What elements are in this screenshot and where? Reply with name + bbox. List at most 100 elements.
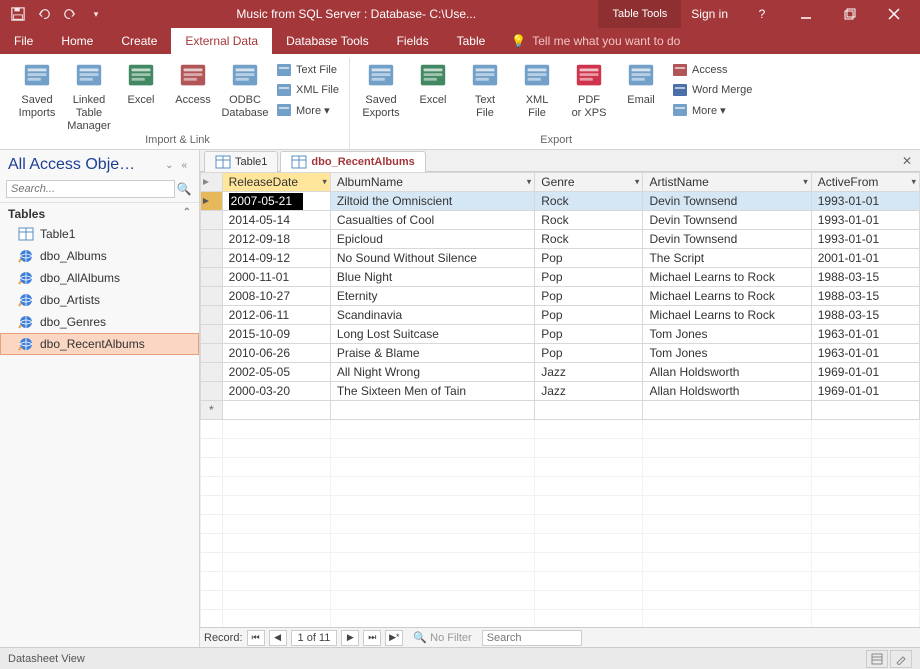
saved-exports-button[interactable]: SavedExports	[356, 58, 406, 120]
column-header-genre[interactable]: Genre▾	[535, 173, 643, 192]
cell[interactable]: 1988-03-15	[811, 268, 919, 287]
xml-exp-button[interactable]: XMLFile	[512, 58, 562, 120]
cell[interactable]: Michael Learns to Rock	[643, 306, 811, 325]
cell[interactable]: Tom Jones	[643, 344, 811, 363]
cell[interactable]: 1969-01-01	[811, 382, 919, 401]
row-selector[interactable]	[201, 192, 223, 211]
nav-item-dbo_albums[interactable]: dbo_Albums	[0, 245, 199, 267]
row-selector[interactable]	[201, 230, 223, 249]
cell[interactable]: 1969-01-01	[811, 363, 919, 382]
row-selector[interactable]	[201, 344, 223, 363]
cell[interactable]: Allan Holdsworth	[643, 363, 811, 382]
row-selector[interactable]	[201, 287, 223, 306]
tell-me-input[interactable]: 💡Tell me what you want to do	[499, 28, 680, 54]
nav-item-dbo_allalbums[interactable]: dbo_AllAlbums	[0, 267, 199, 289]
nav-title[interactable]: All Access Obje…	[8, 156, 161, 174]
cell[interactable]	[330, 401, 534, 420]
help-icon[interactable]: ?	[742, 0, 782, 28]
cell[interactable]: 1993-01-01	[811, 211, 919, 230]
xml-file-button[interactable]: XML File	[272, 80, 343, 100]
cell[interactable]: 2002-05-05	[222, 363, 330, 382]
cell[interactable]: Blue Night	[330, 268, 534, 287]
record-search-input[interactable]	[482, 630, 582, 646]
cell[interactable]: Allan Holdsworth	[643, 382, 811, 401]
datasheet[interactable]: ReleaseDate▾AlbumName▾Genre▾ArtistName▾A…	[200, 172, 920, 627]
column-dropdown-icon[interactable]: ▾	[635, 177, 640, 188]
text-exp-button[interactable]: TextFile	[460, 58, 510, 120]
record-next-button[interactable]: ▶	[341, 630, 359, 646]
record-new-button[interactable]: ▶*	[385, 630, 403, 646]
more-button[interactable]: More ▾	[668, 100, 756, 120]
cell[interactable]: Pop	[535, 344, 643, 363]
cell[interactable]: 2000-03-20	[222, 382, 330, 401]
column-dropdown-icon[interactable]: ▾	[911, 177, 916, 188]
tab-database-tools[interactable]: Database Tools	[272, 28, 383, 54]
linked-table-button[interactable]: Linked TableManager	[64, 58, 114, 133]
row-selector[interactable]	[201, 306, 223, 325]
datasheet-view-button[interactable]	[866, 650, 888, 668]
nav-group-collapse-icon[interactable]: ⌃	[183, 207, 191, 221]
close-tab-icon[interactable]: ✕	[894, 154, 920, 168]
tab-file[interactable]: File	[0, 28, 47, 54]
access-button[interactable]: Access	[168, 58, 218, 107]
odbc-button[interactable]: ODBCDatabase	[220, 58, 270, 120]
row-selector[interactable]	[201, 382, 223, 401]
select-all-header[interactable]	[201, 173, 223, 192]
pdf-button[interactable]: PDFor XPS	[564, 58, 614, 120]
nav-item-dbo_genres[interactable]: dbo_Genres	[0, 311, 199, 333]
cell[interactable]: Scandinavia	[330, 306, 534, 325]
cell[interactable]: 2010-06-26	[222, 344, 330, 363]
cell[interactable]: Rock	[535, 211, 643, 230]
excel-exp-button[interactable]: Excel	[408, 58, 458, 107]
tab-table[interactable]: Table	[443, 28, 500, 54]
cell[interactable]: All Night Wrong	[330, 363, 534, 382]
column-dropdown-icon[interactable]: ▾	[527, 177, 532, 188]
cell[interactable]	[535, 401, 643, 420]
tab-home[interactable]: Home	[47, 28, 107, 54]
cell[interactable]: 1988-03-15	[811, 287, 919, 306]
cell[interactable]: Michael Learns to Rock	[643, 287, 811, 306]
doc-tab-dbo_recentalbums[interactable]: dbo_RecentAlbums	[280, 151, 425, 172]
cell[interactable]: The Script	[643, 249, 811, 268]
cell[interactable]: 2015-10-09	[222, 325, 330, 344]
nav-dropdown-icon[interactable]: ⌄	[161, 160, 177, 171]
cell[interactable]	[643, 401, 811, 420]
doc-tab-table1[interactable]: Table1	[204, 151, 278, 172]
save-icon[interactable]	[6, 3, 30, 25]
cell[interactable]: Devin Townsend	[643, 230, 811, 249]
row-selector[interactable]	[201, 249, 223, 268]
cell[interactable]: 2001-01-01	[811, 249, 919, 268]
cell[interactable]	[811, 401, 919, 420]
cell[interactable]: Jazz	[535, 382, 643, 401]
cell[interactable]: 1988-03-15	[811, 306, 919, 325]
cell[interactable]: 1963-01-01	[811, 344, 919, 363]
row-selector[interactable]	[201, 363, 223, 382]
cell[interactable]: Pop	[535, 325, 643, 344]
record-last-button[interactable]: ⏭	[363, 630, 381, 646]
cell[interactable]: Devin Townsend	[643, 192, 811, 211]
column-header-activefrom[interactable]: ActiveFrom▾	[811, 173, 919, 192]
cell[interactable]: No Sound Without Silence	[330, 249, 534, 268]
new-row-selector[interactable]	[201, 401, 223, 420]
cell[interactable]: 2012-09-18	[222, 230, 330, 249]
row-selector[interactable]	[201, 268, 223, 287]
cell[interactable]	[222, 401, 330, 420]
close-icon[interactable]	[874, 0, 914, 28]
nav-item-dbo_recentalbums[interactable]: dbo_RecentAlbums	[0, 333, 199, 355]
cell[interactable]: Pop	[535, 268, 643, 287]
nav-item-dbo_artists[interactable]: dbo_Artists	[0, 289, 199, 311]
cell[interactable]: Tom Jones	[643, 325, 811, 344]
cell[interactable]: 2014-05-14	[222, 211, 330, 230]
cell[interactable]: 1993-01-01	[811, 192, 919, 211]
restore-icon[interactable]	[830, 0, 870, 28]
record-position[interactable]: 1 of 11	[291, 630, 338, 646]
cell[interactable]: Devin Townsend	[643, 211, 811, 230]
column-dropdown-icon[interactable]: ▾	[322, 177, 327, 188]
cell[interactable]: 2000-11-01	[222, 268, 330, 287]
search-icon[interactable]: 🔍	[175, 182, 193, 196]
cell[interactable]: Ziltoid the Omniscient	[330, 192, 534, 211]
tab-external-data[interactable]: External Data	[171, 28, 272, 54]
cell[interactable]: Pop	[535, 249, 643, 268]
record-first-button[interactable]: ⏮	[247, 630, 265, 646]
cell[interactable]: 2014-09-12	[222, 249, 330, 268]
